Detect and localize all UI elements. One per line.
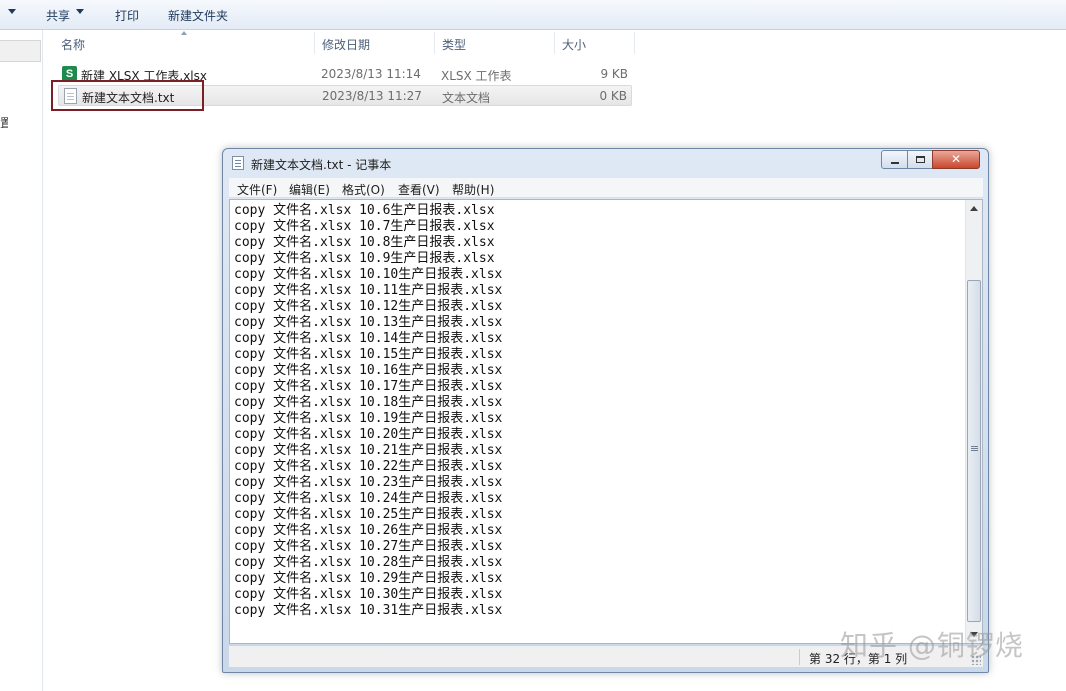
scroll-up-icon[interactable] — [970, 206, 978, 211]
organize-dropdown-icon[interactable] — [8, 9, 16, 14]
column-header-modified[interactable]: 修改日期 — [322, 36, 370, 53]
minimize-button[interactable] — [881, 150, 908, 169]
menu-format[interactable]: 格式(O) — [342, 181, 385, 198]
minimize-icon — [891, 162, 899, 164]
navigation-pane: 置 — [0, 30, 43, 691]
status-divider — [799, 649, 800, 665]
column-divider[interactable] — [634, 32, 635, 54]
file-modified: 2023/8/13 11:14 — [321, 67, 421, 81]
explorer-toolbar: 共享 打印 新建文件夹 — [0, 0, 1066, 30]
scrollbar-thumb[interactable] — [967, 280, 981, 622]
editor-content[interactable]: copy 文件名.xlsx 10.6生产日报表.xlsx copy 文件名.xl… — [234, 203, 502, 619]
scroll-grip-icon — [971, 446, 978, 447]
nav-item-label[interactable]: 置 — [0, 114, 8, 131]
file-modified: 2023/8/13 11:27 — [322, 89, 422, 103]
file-size: 9 KB — [600, 67, 628, 81]
column-header-name[interactable]: 名称 — [61, 36, 85, 53]
file-size: 0 KB — [599, 89, 627, 103]
menu-view[interactable]: 查看(V) — [398, 181, 440, 198]
menu-edit[interactable]: 编辑(E) — [289, 181, 330, 198]
vertical-scrollbar[interactable] — [965, 200, 982, 643]
file-type: XLSX 工作表 — [441, 69, 512, 83]
watermark: 知乎 @铜锣烧 — [840, 629, 1024, 662]
new-folder-button[interactable]: 新建文件夹 — [168, 7, 228, 24]
file-type: 文本文档 — [442, 91, 491, 105]
close-button[interactable]: ✕ — [932, 150, 980, 169]
notepad-icon[interactable] — [232, 156, 244, 170]
highlight-box — [51, 80, 204, 111]
sort-ascending-icon — [181, 31, 187, 35]
notepad-window[interactable]: 新建文本文档.txt - 记事本 ✕ 文件(F) 编辑(E) 格式(O) 查看(… — [222, 148, 989, 673]
menu-file[interactable]: 文件(F) — [237, 181, 277, 198]
maximize-button[interactable] — [907, 150, 933, 169]
menu-bar: 文件(F) 编辑(E) 格式(O) 查看(V) 帮助(H) — [229, 178, 983, 198]
print-button[interactable]: 打印 — [115, 7, 139, 24]
column-header-type[interactable]: 类型 — [442, 36, 466, 53]
maximize-icon — [916, 156, 925, 163]
menu-help[interactable]: 帮助(H) — [452, 181, 494, 198]
column-header-size[interactable]: 大小 — [562, 36, 586, 53]
nav-item[interactable] — [0, 40, 41, 62]
column-divider[interactable] — [554, 32, 555, 54]
close-icon: ✕ — [950, 152, 962, 166]
window-title: 新建文本文档.txt - 记事本 — [251, 158, 392, 172]
column-divider[interactable] — [434, 32, 435, 54]
column-divider[interactable] — [314, 32, 315, 54]
share-dropdown-icon[interactable] — [76, 9, 84, 14]
share-button[interactable]: 共享 — [46, 7, 70, 24]
text-editor[interactable]: copy 文件名.xlsx 10.6生产日报表.xlsx copy 文件名.xl… — [229, 199, 983, 644]
